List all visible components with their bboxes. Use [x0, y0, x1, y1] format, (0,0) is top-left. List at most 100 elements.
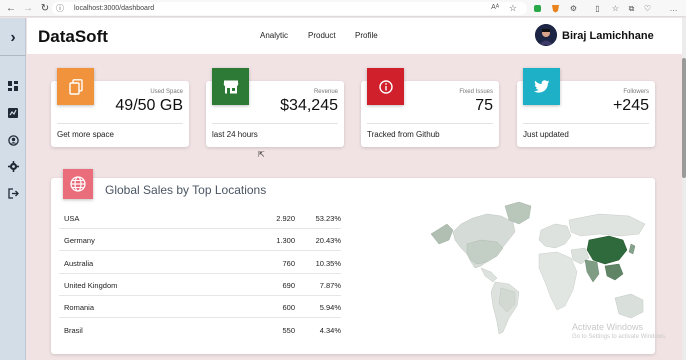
- map-region-australia: [614, 293, 644, 319]
- settings-icon[interactable]: [7, 160, 19, 172]
- table-row: Brasil 550 4.34%: [59, 319, 341, 341]
- value-cell: 690: [282, 281, 295, 290]
- country-cell: USA: [64, 214, 80, 223]
- percent-cell: 10.35%: [315, 259, 341, 268]
- table-row: Germany 1.300 20.43%: [59, 229, 341, 251]
- map-region-africa: [538, 251, 578, 311]
- info-icon: [367, 68, 404, 105]
- country-cell: Romania: [64, 303, 95, 312]
- stat-label: Fixed Issues: [459, 89, 493, 95]
- nav-profile[interactable]: Profile: [355, 31, 378, 40]
- read-aloud-icon[interactable]: Aᴬ: [491, 4, 499, 11]
- sidebar: ›: [0, 18, 26, 360]
- address-bar[interactable]: ⓘ localhost:3000/dashboard Aᴬ ☆: [52, 2, 527, 15]
- windows-activation-watermark: Activate Windows Go to Settings to activ…: [572, 322, 667, 340]
- info-icon[interactable]: ⓘ: [56, 3, 66, 14]
- stat-label: Used Space: [150, 89, 183, 95]
- percent-cell: 20.43%: [315, 236, 341, 245]
- value-cell: 1.300: [276, 236, 295, 245]
- user-name[interactable]: Biraj Lamichhane: [562, 30, 654, 42]
- favorites-icon[interactable]: ☆: [610, 3, 621, 14]
- collections-icon[interactable]: ⧉: [626, 3, 637, 14]
- chart-icon[interactable]: [7, 107, 19, 119]
- map-region-canada: [430, 223, 454, 245]
- panel-title: Global Sales by Top Locations: [105, 183, 267, 197]
- sidebar-toggle-chevron-icon[interactable]: ›: [0, 27, 26, 49]
- globe-icon: [63, 169, 93, 199]
- card-divider: [523, 123, 649, 124]
- stat-footer: Tracked from Github: [367, 130, 440, 139]
- stat-value: $34,245: [280, 97, 338, 114]
- map-region-usa: [466, 239, 504, 265]
- logout-icon[interactable]: [7, 187, 19, 199]
- global-sales-panel: Global Sales by Top Locations USA 2.920 …: [51, 169, 655, 354]
- more-menu-icon[interactable]: …: [668, 3, 679, 14]
- watermark-subtitle: Go to Settings to activate Windows.: [572, 334, 667, 340]
- percent-cell: 4.34%: [319, 326, 341, 335]
- country-cell: Germany: [64, 236, 95, 245]
- stat-footer: Get more space: [57, 130, 114, 139]
- value-cell: 550: [282, 326, 295, 335]
- map-region-central-america: [480, 267, 498, 283]
- address-url: localhost:3000/dashboard: [74, 5, 155, 12]
- value-cell: 2.920: [276, 214, 295, 223]
- twitter-icon: [523, 68, 560, 105]
- stat-label: Followers: [623, 89, 649, 95]
- copy-icon: [57, 68, 94, 105]
- forward-icon[interactable]: →: [22, 2, 34, 14]
- metamask-icon[interactable]: [550, 3, 561, 14]
- browser-essentials-icon[interactable]: ♡: [642, 3, 653, 14]
- back-icon[interactable]: ←: [5, 2, 17, 14]
- map-region-china: [586, 235, 628, 265]
- map-region-japan: [628, 243, 636, 255]
- percent-cell: 5.94%: [319, 303, 341, 312]
- nav-product[interactable]: Product: [308, 31, 336, 40]
- store-icon: [212, 68, 249, 105]
- extension-icon[interactable]: [532, 3, 543, 14]
- percent-cell: 53.23%: [315, 214, 341, 223]
- brand-logo[interactable]: DataSoft: [38, 27, 108, 47]
- percent-cell: 7.87%: [319, 281, 341, 290]
- card-divider: [367, 123, 493, 124]
- map-region-europe: [538, 223, 572, 249]
- stat-label: Revenue: [313, 89, 338, 95]
- table-row: USA 2.920 53.23%: [59, 207, 341, 229]
- split-screen-icon[interactable]: ▯: [592, 3, 603, 14]
- favorite-star-icon[interactable]: ☆: [509, 3, 517, 14]
- top-navbar: DataSoft Analytic Product Profile Biraj …: [27, 18, 682, 54]
- stat-card-followers: Followers +245 Just updated: [517, 68, 655, 147]
- stat-value: +245: [612, 97, 649, 114]
- stat-footer: last 24 hours: [212, 130, 258, 139]
- map-region-south-asia: [584, 259, 600, 283]
- table-row: Romania 600 5.94%: [59, 296, 341, 318]
- table-row: United Kingdom 690 7.87%: [59, 274, 341, 296]
- page-scrollbar[interactable]: [682, 18, 686, 360]
- sidebar-divider: [0, 55, 26, 56]
- user-circle-icon[interactable]: [7, 134, 19, 146]
- extension-puzzle-icon[interactable]: ⚙: [568, 3, 579, 14]
- scrollbar-thumb[interactable]: [682, 58, 686, 178]
- nav-analytic[interactable]: Analytic: [260, 31, 288, 40]
- country-cell: Brasil: [64, 326, 83, 335]
- country-cell: Australia: [64, 259, 94, 268]
- dashboard-icon[interactable]: [7, 80, 19, 92]
- avatar[interactable]: [535, 24, 557, 46]
- stat-value: 75: [475, 97, 493, 114]
- table-row: Australia 760 10.35%: [59, 252, 341, 274]
- browser-toolbar: ← → ↻ ⓘ localhost:3000/dashboard Aᴬ ☆ ⚙ …: [0, 0, 686, 17]
- watermark-title: Activate Windows: [572, 322, 644, 332]
- stat-footer: Just updated: [523, 130, 569, 139]
- reload-icon[interactable]: ↻: [39, 2, 51, 14]
- map-region-russia: [568, 213, 646, 237]
- value-cell: 600: [282, 303, 295, 312]
- mouse-cursor-icon: ⇱: [258, 150, 265, 159]
- value-cell: 760: [282, 259, 295, 268]
- stat-card-fixed-issues: Fixed Issues 75 Tracked from Github: [361, 68, 499, 147]
- stat-value: 49/50 GB: [115, 97, 183, 114]
- stat-card-revenue: Revenue $34,245 last 24 hours: [206, 68, 344, 147]
- map-region-southeast-asia: [604, 263, 624, 281]
- country-cell: United Kingdom: [64, 281, 118, 290]
- card-divider: [57, 123, 183, 124]
- card-divider: [212, 123, 338, 124]
- stat-card-used-space: Used Space 49/50 GB Get more space: [51, 68, 189, 147]
